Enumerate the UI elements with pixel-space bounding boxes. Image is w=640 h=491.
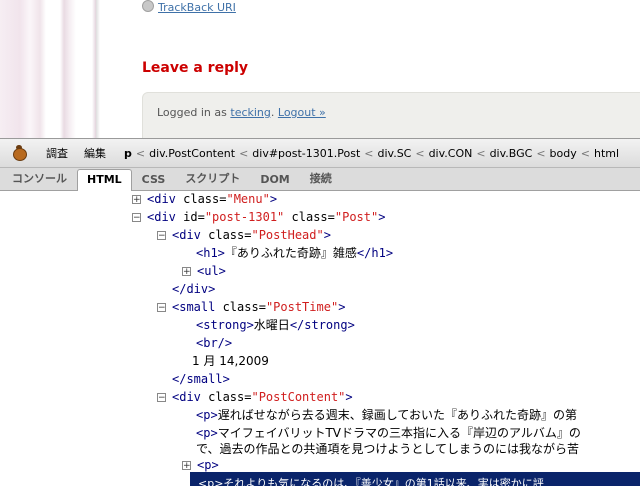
decorative-sidebar (0, 0, 120, 138)
tab-html[interactable]: HTML (77, 169, 132, 191)
firebug-bug-icon[interactable] (10, 145, 28, 161)
trackback-label: TrackBack URI (158, 1, 236, 14)
tree-node-post[interactable]: − <div id="post-1301" class="Post"> (132, 208, 385, 226)
expand-plus-icon[interactable]: + (182, 267, 191, 277)
inspect-button[interactable]: 調査 (46, 145, 68, 161)
collapse-minus-icon[interactable]: − (132, 213, 141, 223)
edit-button[interactable]: 編集 (84, 145, 106, 161)
breadcrumb-item[interactable]: html (594, 147, 619, 160)
breadcrumb: p < div.PostContent < div#post-1301.Post < div… (124, 147, 619, 160)
collapse-minus-icon[interactable]: − (157, 393, 166, 403)
tree-node-p-continuation: で、過去の作品との共通項を見つけようとしてしまうのには我ながら苦 (196, 442, 580, 456)
tree-node-h1[interactable]: <h1>『ありふれた奇跡』雑感</h1> (196, 244, 393, 262)
breadcrumb-separator: < (364, 146, 374, 160)
breadcrumb-separator: < (239, 146, 249, 160)
logout-link[interactable]: Logout » (278, 106, 326, 119)
tree-node-small-close: </small> (172, 372, 230, 386)
breadcrumb-separator: < (415, 146, 425, 160)
breadcrumb-separator: < (476, 146, 486, 160)
breadcrumb-item[interactable]: div.SC (378, 147, 412, 160)
breadcrumb-item[interactable]: div.PostContent (149, 147, 235, 160)
tree-node-small[interactable]: − <small class="PostTime"> (157, 298, 345, 316)
tree-node-postcontent[interactable]: − <div class="PostContent"> (157, 388, 353, 406)
logged-in-line: Logged in as tecking. Logout » (157, 106, 326, 119)
breadcrumb-separator: < (580, 146, 590, 160)
tree-node-strong[interactable]: <strong>水曜日</strong> (196, 316, 355, 334)
breadcrumb-item[interactable]: div.BGC (490, 147, 533, 160)
breadcrumb-item[interactable]: div#post-1301.Post (252, 147, 360, 160)
expand-plus-icon[interactable]: + (182, 461, 191, 471)
tab-net[interactable]: 接続 (300, 166, 342, 190)
firebug-tabs: コンソール HTML CSS スクリプト DOM 接続 (0, 168, 640, 191)
expand-plus-icon[interactable]: + (132, 195, 141, 205)
tree-node-div-close: </div> (172, 282, 216, 296)
tab-script[interactable]: スクリプト (175, 166, 250, 190)
html-tree: + <div class="Menu"> − <div id="post-1301"… (0, 190, 640, 480)
trackback-link[interactable]: TrackBack URI (142, 0, 236, 14)
breadcrumb-item[interactable]: div.CON (429, 147, 473, 160)
logged-in-sep: . (270, 106, 275, 119)
tree-node-date-text[interactable]: 1 月 14,2009 (192, 352, 269, 370)
tab-dom[interactable]: DOM (250, 169, 299, 190)
tree-node-br[interactable]: <br/> (196, 334, 232, 352)
tree-node-p[interactable]: <p>遅ればせながら去る週末、録画しておいた『ありふれた奇跡』の第 (196, 406, 577, 424)
firebug-panel: 調査 編集 p < div.PostContent < div#post-1301.Po… (0, 138, 640, 490)
logged-in-prefix: Logged in as (157, 106, 231, 119)
breadcrumb-separator: < (135, 146, 146, 160)
collapse-minus-icon[interactable]: − (157, 231, 166, 241)
leave-reply-heading: Leave a reply (142, 60, 249, 76)
tab-console[interactable]: コンソール (0, 166, 77, 190)
breadcrumb-item[interactable]: p (124, 147, 132, 160)
username-link[interactable]: tecking (230, 106, 271, 119)
firebug-toolbar: 調査 編集 p < div.PostContent < div#post-1301.Po… (0, 138, 640, 168)
tree-node-posthead[interactable]: − <div class="PostHead"> (157, 226, 331, 244)
tree-node-ul[interactable]: + <ul> (182, 262, 226, 280)
selected-node[interactable]: <p>それよりも気になるのは、『善少女』の第1話以来、実は密かに評 (190, 472, 640, 490)
trackback-icon (142, 0, 154, 12)
tab-css[interactable]: CSS (132, 169, 176, 190)
breadcrumb-item[interactable]: body (550, 147, 577, 160)
tree-node-menu[interactable]: + <div class="Menu"> (132, 190, 277, 208)
web-page: TrackBack URI Leave a reply Logged in as… (0, 0, 640, 138)
breadcrumb-separator: < (536, 146, 546, 160)
collapse-minus-icon[interactable]: − (157, 303, 166, 313)
selected-node-text: <p>それよりも気になるのは、『善少女』の第1話以来、実は密かに評 (198, 477, 544, 490)
